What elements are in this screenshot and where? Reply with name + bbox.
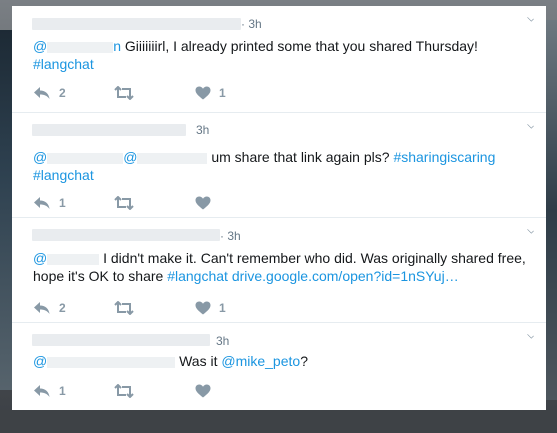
reply-icon [34,302,50,314]
tweet-text: @ @ um share that link again pls? #sharin… [33,148,532,184]
hashtag-link[interactable]: #sharingiscaring [393,149,495,165]
author-name-redacted [32,124,186,136]
tweet-text: @ I didn't make it. Can't remember who d… [33,249,532,285]
like-button[interactable]: 1 [195,83,226,103]
reply-button[interactable]: 2 [33,83,66,103]
retweet-button[interactable] [113,381,135,401]
like-button[interactable]: 1 [195,298,226,318]
heart-icon [195,301,211,315]
tweet[interactable]: 3h └ @ Was it @mike_peto? 1 [12,323,546,410]
reply-icon [34,385,50,397]
chevron-down-icon[interactable]: └ [525,227,537,239]
retweet-button[interactable] [113,83,135,103]
mention-link[interactable]: @ [123,149,208,165]
reply-button[interactable]: 1 [33,193,66,213]
tweet-timestamp[interactable]: · 3h [241,17,262,31]
tweet-text: @ n Giiiiiiirl, I already printed some th… [33,37,532,73]
retweet-icon [114,86,134,100]
like-button[interactable] [195,381,211,401]
reply-count: 2 [59,86,66,100]
reply-count: 1 [59,196,66,210]
tweet-body: Was it [179,353,218,369]
reply-icon [34,197,50,209]
mention-link[interactable]: @mike_peto [221,353,300,369]
background-image-right [545,20,557,400]
tweet-text: @ Was it @mike_peto? [33,352,532,370]
like-button[interactable] [195,193,211,213]
tweet-actions: 1 [33,381,333,401]
heart-icon [195,86,211,100]
retweet-button[interactable] [113,193,135,213]
reply-button[interactable]: 2 [33,298,66,318]
retweet-icon [114,196,134,210]
hashtag-link[interactable]: #langchat [167,268,228,284]
tweet-timestamp[interactable]: · 3h [220,229,241,243]
tweet-body: um share that link again pls? [211,149,390,165]
mention-link[interactable]: @ [33,149,124,165]
retweet-icon [114,384,134,398]
bottom-bar [0,410,557,433]
tweet-timestamp[interactable]: 3h [196,123,209,137]
tweet[interactable]: · 3h └ @ I didn't make it. Can't remembe… [12,218,546,323]
hashtag-link[interactable]: #langchat [33,167,94,183]
tweet-body: Giiiiiiirl, I already printed some that … [124,38,478,54]
tweet-body: I didn't make it. Can't remember who did… [103,250,526,266]
mention-link[interactable]: @ n [33,38,121,54]
chevron-down-icon[interactable]: └ [525,122,537,134]
like-count: 1 [219,301,226,315]
tweet[interactable]: · 3h └ @ n Giiiiiiirl, I already printed … [12,6,546,113]
url-link[interactable]: drive.google.com/open?id=1nSYuj… [232,268,459,284]
tweet-actions: 2 1 [33,83,333,103]
tweet-timestamp[interactable]: 3h [216,334,229,348]
reply-count: 2 [59,301,66,315]
reply-button[interactable]: 1 [33,381,66,401]
author-name-redacted [32,229,220,241]
heart-icon [195,196,211,210]
author-name-redacted [32,18,241,30]
tweet-body-end: ? [300,353,308,369]
chevron-down-icon[interactable]: └ [525,332,537,344]
like-count: 1 [219,86,226,100]
retweet-button[interactable] [113,298,135,318]
reply-count: 1 [59,384,66,398]
author-name-redacted [32,334,210,346]
mention-link[interactable]: @ [33,250,100,266]
tweet-body-2: hope it's OK to share [33,268,164,284]
retweet-icon [114,301,134,315]
chevron-down-icon[interactable]: └ [525,15,537,27]
hashtag-link[interactable]: #langchat [33,56,94,72]
reply-icon [34,87,50,99]
tweet-actions: 2 1 [33,298,333,318]
tweet[interactable]: 3h └ @ @ um share that link again pls? #s… [12,113,546,218]
replies-modal: · 3h └ @ n Giiiiiiirl, I already printed … [12,6,546,410]
heart-icon [195,384,211,398]
mention-link[interactable]: @ [33,353,176,369]
background-image-left [0,30,12,390]
tweet-actions: 1 [33,193,333,213]
